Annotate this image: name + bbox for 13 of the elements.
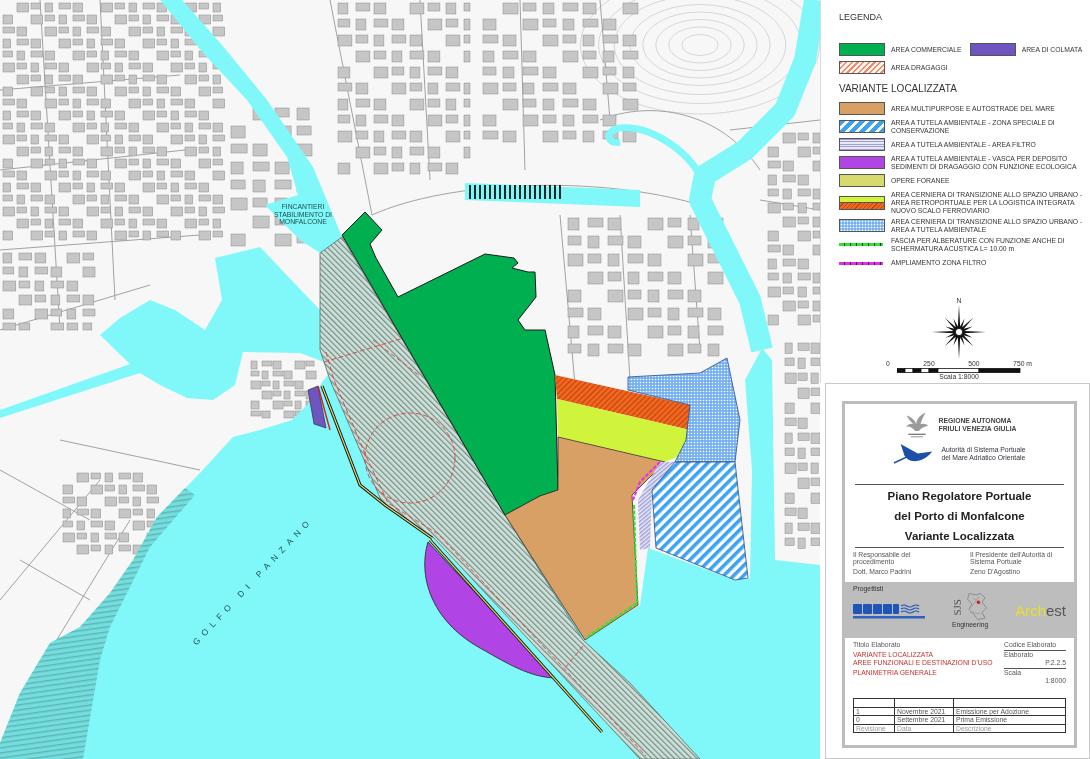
map-outline-logo-icon xyxy=(965,592,988,622)
legend-title: LEGENDA xyxy=(839,12,883,23)
plan-title: Piano Regolatore Portuale xyxy=(886,489,1033,504)
quay-edge-line xyxy=(317,385,331,431)
swoosh-logo-icon xyxy=(893,443,934,464)
colmata-area xyxy=(307,385,327,429)
plan-title: Variante Localizzata xyxy=(903,529,1016,544)
plan-title: del Porto di Monfalcone xyxy=(893,509,1026,524)
company-logo-text: Archest xyxy=(1015,602,1066,620)
logo-mark-text: SJS xyxy=(951,598,964,616)
blocks-waves-logo-icon xyxy=(853,601,925,620)
filter-extension-line xyxy=(632,461,661,501)
legend-section-title: VARIANTE LOCALIZZATA xyxy=(839,83,958,95)
